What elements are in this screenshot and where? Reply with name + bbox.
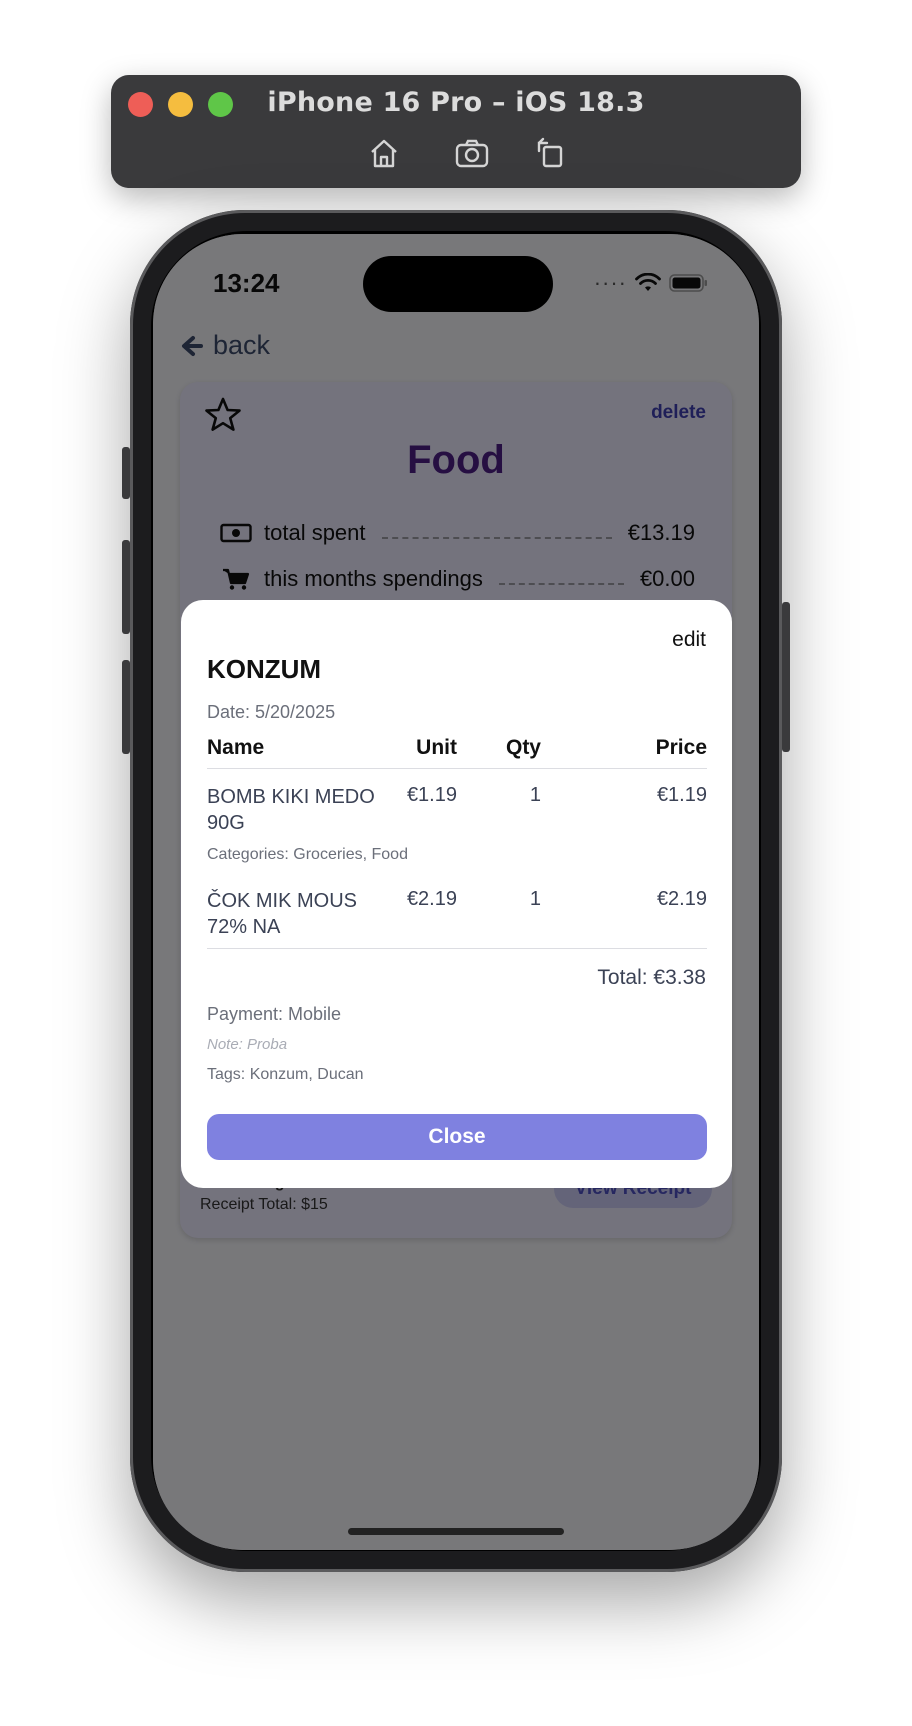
action-button [122,447,130,499]
dynamic-island [363,256,553,312]
home-icon[interactable] [364,133,404,173]
item-price: €1.19 [656,784,707,806]
item-categories: Categories: Groceries, Food [207,846,408,863]
divider [207,948,707,949]
item-qty: 1 [529,784,541,806]
home-indicator[interactable] [348,1528,564,1535]
column-header-unit: Unit [416,736,457,759]
item-name: ČOK MIK MOUS 72% NA [207,890,358,938]
close-button[interactable]: Close [207,1114,707,1160]
item-name: BOMB KIKI MEDO 90G [207,786,375,834]
item-unit-price: €1.19 [406,784,457,806]
column-header-price: Price [655,736,707,759]
item-price: €2.19 [656,888,707,910]
edit-button[interactable]: edit [672,628,706,652]
simulator-title: iPhone 16 Pro – iOS 18.3 [267,87,645,118]
receipt-tags: Tags: Konzum, Ducan [207,1066,364,1083]
receipt-total-amount: Total: €3.38 [597,966,706,989]
items-table-header: Name Unit Qty Price [207,736,707,769]
column-header-qty: Qty [505,736,541,759]
simulator-window-bar: iPhone 16 Pro – iOS 18.3 [111,75,801,188]
power-button [782,602,790,752]
phone-screen: 13:24 ···· back delete Food total spent … [153,234,759,1550]
item-unit-price: €2.19 [406,888,457,910]
column-header-name: Name [207,736,265,759]
screenshot-icon[interactable] [452,133,492,173]
rotate-icon[interactable] [531,133,571,173]
receipt-modal: edit KONZUM Date: 5/20/2025 Name Unit Qt… [181,600,732,1188]
item-qty: 1 [529,888,541,910]
volume-down-button [122,660,130,754]
payment-method: Payment: Mobile [207,1004,342,1024]
volume-up-button [122,540,130,634]
store-name: KONZUM [207,654,322,684]
receipt-date: Date: 5/20/2025 [207,702,336,722]
receipt-note: Note: Proba [207,1036,288,1053]
